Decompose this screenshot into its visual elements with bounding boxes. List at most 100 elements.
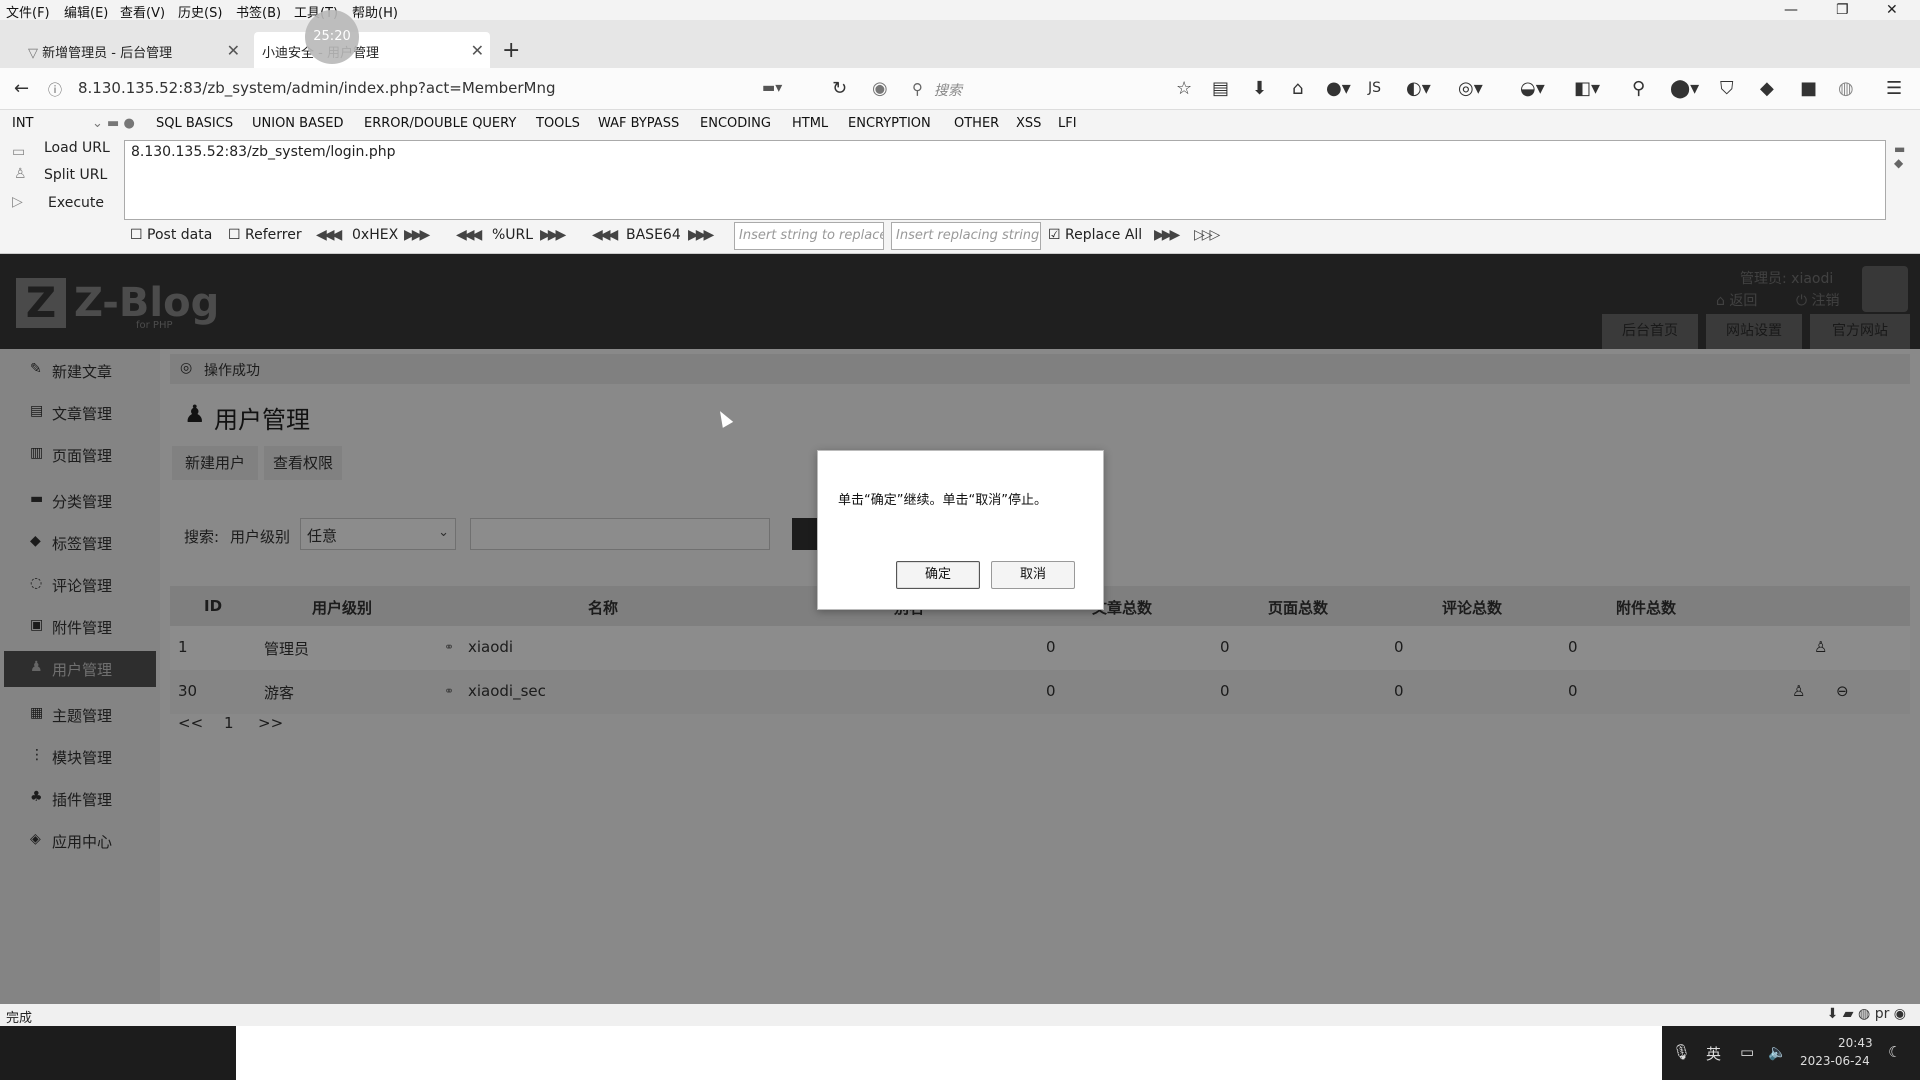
bookmark-star-icon[interactable]: ☆ bbox=[1176, 78, 1192, 99]
replace-string-input[interactable]: Insert string to replace bbox=[734, 222, 884, 250]
reading-list-icon[interactable]: ▤ bbox=[1212, 78, 1229, 99]
split-url-button[interactable]: Split URL bbox=[44, 167, 107, 183]
menu-sql-basics[interactable]: SQL BASICS bbox=[156, 116, 233, 131]
status-icons[interactable]: ⬇ ▰ ◍ pr ◉ bbox=[1827, 1006, 1906, 1022]
base64-decode-arrow-icon[interactable]: ▶▶▶ bbox=[688, 227, 714, 243]
chevron-down-icon[interactable]: ⌄ ▬ ● bbox=[92, 116, 135, 131]
js-icon[interactable]: JS bbox=[1368, 80, 1381, 96]
status-text: 完成 bbox=[6, 1011, 33, 1026]
menu-edit[interactable]: 编辑(E) bbox=[64, 2, 108, 21]
tab-close-icon[interactable]: ✕ bbox=[471, 41, 484, 60]
referrer-checkbox[interactable]: ☐ Referrer bbox=[228, 227, 302, 243]
menu-xss[interactable]: XSS bbox=[1016, 116, 1041, 131]
replace-all-checkbox[interactable]: ☑ Replace All bbox=[1048, 227, 1142, 243]
type-select[interactable]: INT bbox=[12, 116, 34, 131]
extension-icon[interactable]: ◎▾ bbox=[1458, 78, 1483, 99]
url-decode-arrow-icon[interactable]: ▶▶▶ bbox=[540, 227, 566, 243]
replacing-string-input[interactable]: Insert replacing string bbox=[891, 222, 1041, 250]
extension-icon[interactable]: ◐▾ bbox=[1406, 78, 1431, 99]
load-url-button[interactable]: Load URL bbox=[44, 140, 110, 156]
tab-favicon-icon: ▽ bbox=[28, 46, 38, 61]
hex-decode-arrow-icon[interactable]: ▶▶▶ bbox=[404, 227, 430, 243]
recording-timer-badge: 25:20 bbox=[305, 10, 359, 64]
menu-encryption[interactable]: ENCRYPTION bbox=[848, 116, 931, 131]
load-url-icon: ▭ bbox=[12, 144, 26, 160]
menu-error-double-query[interactable]: ERROR/DOUBLE QUERY bbox=[364, 116, 516, 131]
volume-icon[interactable]: 🔈 bbox=[1768, 1043, 1787, 1061]
menu-view[interactable]: 查看(V) bbox=[120, 2, 165, 21]
menu-encoding[interactable]: ENCODING bbox=[700, 116, 771, 131]
hex-encode-arrow-icon[interactable]: ◀◀◀ bbox=[316, 227, 342, 243]
download-icon[interactable]: ⬇ bbox=[1252, 78, 1267, 99]
extension-icon[interactable]: ◒▾ bbox=[1520, 78, 1545, 99]
navigation-bar: ← ⓘ 8.130.135.52:83/zb_system/admin/inde… bbox=[0, 68, 1920, 110]
shield-icon[interactable]: ⛉ bbox=[1720, 78, 1734, 99]
referrer-label: Referrer bbox=[245, 227, 302, 243]
flag-icon[interactable]: ▬▾ bbox=[762, 80, 782, 96]
home-icon[interactable]: ⌂ bbox=[1292, 78, 1303, 99]
menu-html[interactable]: HTML bbox=[792, 116, 828, 131]
menu-history[interactable]: 历史(S) bbox=[178, 2, 222, 21]
tab-title: 新增管理员 - 后台管理 bbox=[42, 46, 173, 61]
minimize-button[interactable]: — bbox=[1784, 2, 1798, 18]
clock-time[interactable]: 20:43 bbox=[1838, 1036, 1873, 1050]
execute-button[interactable]: Execute bbox=[48, 195, 104, 211]
ok-button[interactable]: 确定 bbox=[896, 561, 980, 589]
menu-other[interactable]: OTHER bbox=[954, 116, 999, 131]
system-tray: 🎙 英 ▭ 🔈 ☾ bbox=[1662, 1026, 1920, 1080]
panel-side-icons[interactable]: ▬ ◆ bbox=[1894, 142, 1905, 170]
adblock-icon[interactable]: ⬤▾ bbox=[1670, 78, 1699, 99]
network-icon[interactable]: ▭ bbox=[1740, 1043, 1754, 1061]
hackbar-menu: INT ⌄ ▬ ● SQL BASICS UNION BASED ERROR/D… bbox=[0, 110, 1920, 138]
post-data-label: Post data bbox=[147, 227, 213, 243]
extension-icon[interactable]: ◧▾ bbox=[1574, 78, 1600, 99]
address-bar[interactable]: 8.130.135.52:83/zb_system/admin/index.ph… bbox=[78, 79, 556, 97]
menu-waf-bypass[interactable]: WAF BYPASS bbox=[598, 116, 679, 131]
status-bar: 完成 ⬇ ▰ ◍ pr ◉ bbox=[0, 1004, 1920, 1026]
menu-tools[interactable]: TOOLS bbox=[536, 116, 580, 131]
search-input[interactable]: 搜索 bbox=[934, 80, 962, 100]
base64-encode-arrow-icon[interactable]: ◀◀◀ bbox=[592, 227, 618, 243]
back-arrow-icon[interactable]: ← bbox=[14, 78, 29, 99]
tab-bar: ▽ 新增管理员 - 后台管理 ✕ 小迪安全 - 用户管理 ✕ + bbox=[0, 20, 1920, 68]
replace-arrow-icon[interactable]: ▷▷▷ bbox=[1194, 227, 1220, 243]
dialog-message: 单击“确定”继续。单击“取消”停止。 bbox=[838, 493, 1047, 508]
new-tab-button[interactable]: + bbox=[502, 38, 520, 63]
microphone-icon[interactable]: 🎙 bbox=[1672, 1043, 1691, 1061]
modal-overlay bbox=[0, 254, 1920, 1004]
clock-date[interactable]: 2023-06-24 bbox=[1800, 1054, 1870, 1068]
url-encode-arrow-icon[interactable]: ◀◀◀ bbox=[456, 227, 482, 243]
taskbar: 🎙 英 ▭ 🔈 ☾ 20:43 2023-06-24 bbox=[0, 1026, 1920, 1080]
hamburger-menu-icon[interactable]: ☰ bbox=[1886, 78, 1902, 99]
menu-lfi[interactable]: LFI bbox=[1058, 116, 1077, 131]
extension-icon[interactable]: ◆ bbox=[1760, 78, 1774, 99]
menu-bookmarks[interactable]: 书签(B) bbox=[236, 2, 281, 21]
zoom-icon[interactable]: ⚲ bbox=[1632, 78, 1645, 99]
extension-icon[interactable]: ◍ bbox=[1838, 78, 1854, 99]
cancel-button[interactable]: 取消 bbox=[991, 561, 1075, 589]
info-icon[interactable]: ⓘ bbox=[48, 80, 62, 100]
extension-icon[interactable]: ●▾ bbox=[1326, 78, 1351, 99]
notification-icon[interactable]: ☾ bbox=[1888, 1043, 1901, 1061]
tab-user-manage[interactable]: 小迪安全 - 用户管理 ✕ bbox=[254, 32, 490, 68]
menu-bar: 文件(F) 编辑(E) 查看(V) 历史(S) 书签(B) 工具(T) 帮助(H… bbox=[0, 0, 1920, 21]
close-window-button[interactable]: ✕ bbox=[1886, 2, 1898, 18]
confirm-dialog: 单击“确定”继续。单击“取消”停止。 确定 取消 bbox=[817, 450, 1104, 610]
search-icon: ⚲ bbox=[912, 80, 923, 98]
menu-file[interactable]: 文件(F) bbox=[6, 2, 50, 21]
reload-icon[interactable]: ↻ bbox=[832, 78, 847, 99]
restore-button[interactable]: ❐ bbox=[1836, 2, 1849, 18]
menu-help[interactable]: 帮助(H) bbox=[352, 2, 398, 21]
tab-add-admin[interactable]: ▽ 新增管理员 - 后台管理 ✕ bbox=[20, 32, 246, 68]
extension-icon[interactable]: ■ bbox=[1800, 78, 1817, 99]
url-textarea[interactable]: 8.130.135.52:83/zb_system/login.php bbox=[124, 140, 1886, 220]
menu-union-based[interactable]: UNION BASED bbox=[252, 116, 343, 131]
replace-arrow-icon[interactable]: ▶▶▶ bbox=[1154, 227, 1180, 243]
execute-icon: ▷ bbox=[12, 194, 23, 210]
post-data-checkbox[interactable]: ☐ Post data bbox=[130, 227, 212, 243]
base64-label: BASE64 bbox=[626, 227, 681, 243]
globe-icon[interactable]: ◉ bbox=[872, 78, 888, 99]
ime-indicator[interactable]: 英 bbox=[1706, 1043, 1721, 1064]
tab-close-icon[interactable]: ✕ bbox=[227, 41, 240, 60]
hex-label: 0xHEX bbox=[352, 227, 399, 243]
